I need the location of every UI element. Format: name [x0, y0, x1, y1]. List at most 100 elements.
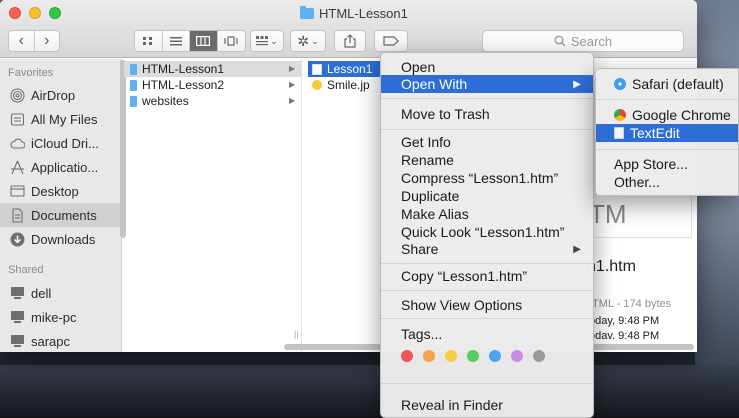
sidebar-item-icloud-drive[interactable]: iCloud Dri...: [0, 131, 121, 155]
tag-red-dot[interactable]: [401, 350, 413, 362]
column-row-html-lesson1[interactable]: HTML-Lesson1: [124, 61, 301, 77]
tag-purple-dot[interactable]: [511, 350, 523, 362]
back-button[interactable]: ‹: [9, 31, 35, 51]
column-view-button[interactable]: [190, 31, 218, 51]
sidebar-item-label: AirDrop: [31, 87, 76, 103]
submenu-item-label: TextEdit: [630, 125, 680, 141]
desktop-wallpaper-bottom: [0, 365, 739, 418]
menu-item-make-alias[interactable]: Make Alias: [381, 205, 593, 223]
tag-yellow-dot[interactable]: [445, 350, 457, 362]
chevron-down-icon: ⌄: [311, 35, 319, 46]
sidebar-item-desktop[interactable]: Desktop: [0, 179, 121, 203]
menu-item-compress[interactable]: Compress “Lesson1.htm”: [381, 169, 593, 187]
arrange-menu-button[interactable]: ⌄: [250, 30, 284, 52]
share-button[interactable]: [334, 30, 366, 52]
submenu-item-label: Google Chrome: [632, 107, 731, 123]
chrome-icon: [614, 109, 626, 121]
sidebar-item-documents[interactable]: Documents: [0, 203, 121, 227]
column-row-websites[interactable]: websites: [124, 93, 301, 109]
sidebar-item-label: Applicatio...: [31, 159, 99, 175]
forward-button[interactable]: ›: [35, 31, 60, 51]
submenu-item-app-store[interactable]: App Store...: [596, 155, 738, 173]
tag-icon: [383, 36, 399, 46]
tag-green-dot[interactable]: [467, 350, 479, 362]
sidebar-shared-header: Shared: [8, 264, 44, 276]
window-title-text: HTML-Lesson1: [319, 5, 408, 21]
textedit-icon: [614, 127, 624, 139]
submenu-item-textedit[interactable]: TextEdit: [596, 124, 738, 142]
list-view-button[interactable]: [163, 31, 190, 51]
submenu-item-google-chrome[interactable]: Google Chrome: [596, 106, 738, 124]
menu-separator: [381, 98, 593, 99]
sidebar-item-dell[interactable]: dell: [0, 281, 121, 305]
row-label: Lesson1: [327, 62, 373, 76]
row-label: websites: [142, 94, 189, 108]
menu-item-label: Share: [401, 241, 439, 257]
row-label: HTML-Lesson2: [142, 78, 225, 92]
submenu-item-other[interactable]: Other...: [596, 173, 738, 191]
arrange-icon: [256, 36, 269, 46]
airdrop-icon: [10, 87, 25, 103]
title-bar: HTML-Lesson1 ‹ › ⌄ ✲ ⌄ Search: [0, 0, 697, 58]
edit-tags-button[interactable]: [374, 30, 408, 52]
documents-icon: [10, 207, 25, 223]
smile-image-icon: [312, 80, 322, 90]
menu-item-open-with[interactable]: Open With ▶: [381, 75, 593, 93]
search-field[interactable]: Search: [482, 30, 684, 52]
preview-filename: n1.htm: [587, 258, 636, 275]
column-row-html-lesson2[interactable]: HTML-Lesson2: [124, 77, 301, 93]
menu-item-quick-look[interactable]: Quick Look “Lesson1.htm”: [381, 223, 593, 241]
row-label: Smile.jp: [327, 78, 370, 92]
column-1: HTML-Lesson1 ▶ HTML-Lesson2 ▶ websites ▶: [124, 59, 302, 352]
sidebar-item-all-my-files[interactable]: All My Files: [0, 107, 121, 131]
submenu-arrow-icon: ▶: [573, 78, 581, 90]
sidebar-item-label: Documents: [31, 207, 97, 223]
close-window-button[interactable]: [9, 7, 21, 19]
sidebar-item-applications[interactable]: Applicatio...: [0, 155, 121, 179]
menu-item-move-to-trash[interactable]: Move to Trash: [381, 105, 593, 123]
gear-icon: ✲: [297, 32, 310, 49]
menu-separator: [381, 129, 593, 130]
sidebar-item-downloads[interactable]: Downloads: [0, 227, 121, 251]
column-row-smile-jpg[interactable]: Smile.jp: [308, 77, 387, 93]
submenu-item-safari[interactable]: Safari (default): [596, 75, 738, 93]
list-view-icon: [169, 37, 182, 46]
menu-item-copy[interactable]: Copy “Lesson1.htm”: [381, 267, 593, 285]
minimize-window-button[interactable]: [29, 7, 41, 19]
action-menu-button[interactable]: ✲ ⌄: [290, 30, 326, 52]
menu-item-open[interactable]: Open: [381, 58, 593, 76]
icon-view-button[interactable]: [135, 31, 163, 51]
chevron-right-icon: ▶: [289, 96, 296, 105]
sidebar-item-mike-pc[interactable]: mike-pc: [0, 305, 121, 329]
sidebar-item-label: dell: [31, 285, 52, 301]
sidebar-item-airdrop[interactable]: AirDrop: [0, 83, 121, 107]
tag-orange-dot[interactable]: [423, 350, 435, 362]
sidebar-item-sarapc[interactable]: sarapc: [0, 329, 121, 352]
tag-blue-dot[interactable]: [489, 350, 501, 362]
desktop-wallpaper-right: [695, 0, 739, 418]
menu-item-show-view-options[interactable]: Show View Options: [381, 296, 593, 314]
menu-item-duplicate[interactable]: Duplicate: [381, 187, 593, 205]
menu-separator: [381, 383, 593, 384]
menu-item-label: Open With: [401, 76, 468, 92]
menu-item-get-info[interactable]: Get Info: [381, 133, 593, 151]
menu-separator: [596, 149, 738, 150]
zoom-window-button[interactable]: [49, 7, 61, 19]
menu-item-share[interactable]: Share ▶: [381, 240, 593, 258]
column-row-lesson1-htm[interactable]: Lesson1: [308, 61, 387, 77]
desktop-icon: [10, 184, 25, 199]
column-resize-handle[interactable]: ||: [294, 329, 299, 339]
menu-item-tags[interactable]: Tags...: [381, 325, 593, 343]
preview-type-size: ITML - 174 bytes: [589, 298, 672, 310]
tag-gray-dot[interactable]: [533, 350, 545, 362]
html-file-icon: [312, 63, 322, 75]
menu-separator: [381, 290, 593, 291]
menu-item-reveal-in-finder[interactable]: Reveal in Finder: [381, 396, 593, 414]
search-icon: [554, 35, 566, 47]
row-label: HTML-Lesson1: [142, 62, 225, 76]
folder-icon: [130, 79, 137, 91]
column-view-icon: [196, 36, 211, 46]
sidebar-item-label: sarapc: [31, 333, 71, 349]
menu-item-rename[interactable]: Rename: [381, 151, 593, 169]
cover-flow-button[interactable]: [218, 31, 245, 51]
